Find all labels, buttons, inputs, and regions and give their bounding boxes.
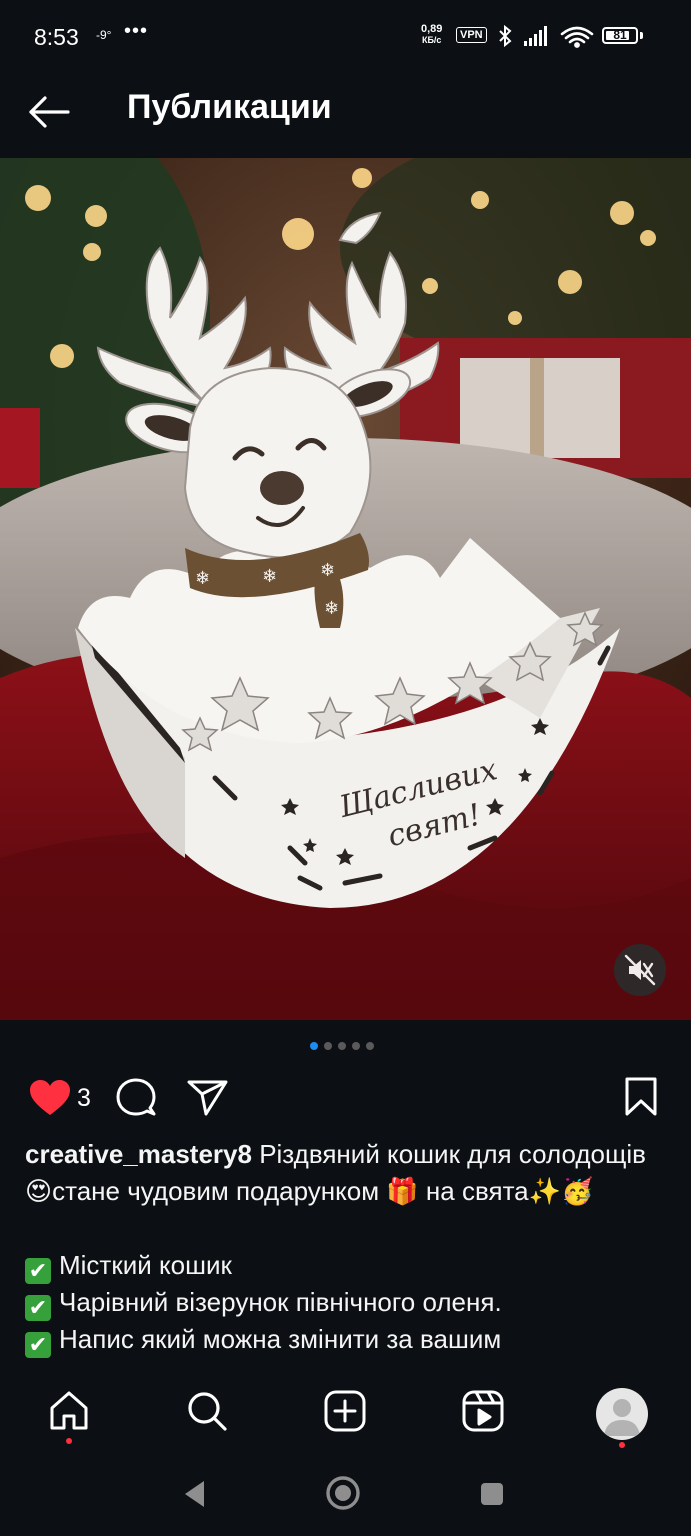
- profile-avatar-icon: [604, 1399, 640, 1436]
- square-recents-icon: [481, 1483, 503, 1505]
- gift-emoji: 🎁: [386, 1176, 419, 1206]
- caption-bullet: ✔ Напис який можна змінити за вашим: [25, 1321, 665, 1358]
- nav-reels[interactable]: [460, 1388, 506, 1434]
- home-notification-dot: [66, 1438, 72, 1444]
- bottom-navigation: [0, 1376, 691, 1454]
- nav-profile[interactable]: [596, 1388, 648, 1440]
- heart-eyes-emoji: 😍: [25, 1176, 53, 1206]
- check-mark-icon: ✔: [25, 1332, 51, 1358]
- check-mark-icon: ✔: [25, 1295, 51, 1321]
- triangle-back-icon: [185, 1481, 204, 1507]
- create-icon: [324, 1390, 366, 1432]
- search-icon: [188, 1392, 227, 1431]
- system-recents-button[interactable]: [478, 1480, 506, 1508]
- nav-create[interactable]: [322, 1388, 368, 1434]
- nav-home[interactable]: [46, 1388, 92, 1434]
- caption-bullet-text: Чарівний візерунок північного оленя.: [59, 1287, 502, 1317]
- caption-viewport: creative_mastery8 Різдвяний кошик для со…: [0, 0, 691, 1376]
- caption-bullet-text: Місткий кошик: [59, 1250, 232, 1280]
- post-caption: creative_mastery8 Різдвяний кошик для со…: [25, 1136, 665, 1358]
- caption-bullet-text: Напис який можна змінити за вашим: [59, 1324, 502, 1354]
- caption-bullet: ✔ Місткий кошик: [25, 1247, 665, 1284]
- system-navigation: [0, 1454, 691, 1536]
- system-home-button[interactable]: [324, 1474, 362, 1512]
- caption-text-3: на свята: [418, 1176, 529, 1206]
- home-icon: [50, 1391, 88, 1430]
- caption-username[interactable]: creative_mastery8: [25, 1139, 252, 1169]
- caption-text-2: стане чудовим подарунком: [52, 1176, 387, 1206]
- reels-icon: [462, 1390, 504, 1432]
- caption-bullet: ✔ Чарівний візерунок північного оленя.: [25, 1284, 665, 1321]
- check-mark-icon: ✔: [25, 1258, 51, 1284]
- system-back-button[interactable]: [180, 1478, 210, 1510]
- sparkles-party-emoji: ✨🥳: [528, 1176, 594, 1206]
- nav-search[interactable]: [184, 1388, 230, 1434]
- profile-notification-dot: [619, 1442, 625, 1448]
- caption-text-1: Різдвяний кошик для солодощів: [251, 1139, 646, 1169]
- circle-home-icon: [326, 1476, 360, 1510]
